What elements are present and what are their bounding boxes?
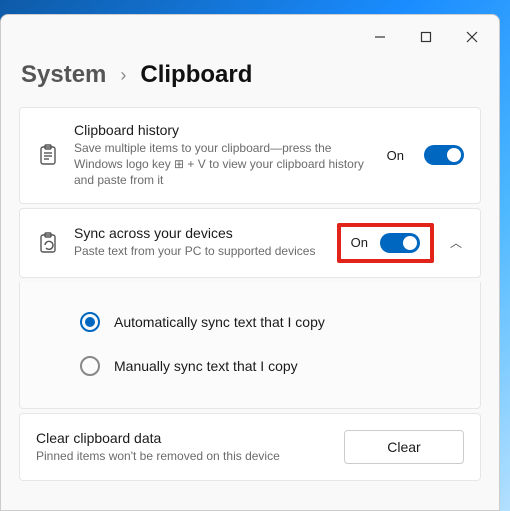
sync-state: On [351, 235, 368, 250]
clipboard-history-card: Clipboard history Save multiple items to… [19, 107, 481, 204]
minimize-button[interactable] [357, 21, 403, 53]
sync-toggle-highlight: On [337, 223, 434, 263]
clipboard-history-title: Clipboard history [74, 122, 373, 138]
clipboard-history-state: On [387, 148, 404, 163]
clipboard-history-desc: Save multiple items to your clipboard—pr… [74, 140, 373, 189]
sync-option-manual-label: Manually sync text that I copy [114, 358, 298, 374]
radio-selected-icon[interactable] [80, 312, 100, 332]
clear-desc: Pinned items won't be removed on this de… [36, 448, 328, 464]
sync-devices-card[interactable]: Sync across your devices Paste text from… [19, 208, 481, 278]
sync-options: Automatically sync text that I copy Manu… [19, 282, 481, 409]
clear-clipboard-card: Clear clipboard data Pinned items won't … [19, 413, 481, 481]
settings-window: System › Clipboard Clipboard history Sav… [0, 14, 500, 511]
clear-title: Clear clipboard data [36, 430, 328, 446]
breadcrumb-page: Clipboard [140, 61, 252, 89]
sync-option-manual[interactable]: Manually sync text that I copy [80, 344, 464, 388]
close-button[interactable] [449, 21, 495, 53]
content: Clipboard history Save multiple items to… [1, 107, 499, 485]
breadcrumb-separator: › [120, 65, 126, 86]
sync-title: Sync across your devices [74, 225, 323, 241]
clipboard-sync-icon [36, 232, 60, 254]
clear-button[interactable]: Clear [344, 430, 464, 464]
sync-toggle[interactable] [380, 233, 420, 253]
chevron-up-icon[interactable]: ︿ [448, 234, 464, 251]
sync-option-auto[interactable]: Automatically sync text that I copy [80, 300, 464, 344]
sync-option-auto-label: Automatically sync text that I copy [114, 314, 325, 330]
radio-unselected-icon[interactable] [80, 356, 100, 376]
sync-desc: Paste text from your PC to supported dev… [74, 243, 323, 259]
breadcrumb-section[interactable]: System [21, 61, 106, 89]
titlebar [1, 15, 499, 55]
breadcrumb: System › Clipboard [1, 55, 499, 107]
clipboard-icon [36, 144, 60, 166]
clipboard-history-toggle[interactable] [424, 145, 464, 165]
clear-button-label: Clear [387, 439, 420, 455]
maximize-button[interactable] [403, 21, 449, 53]
